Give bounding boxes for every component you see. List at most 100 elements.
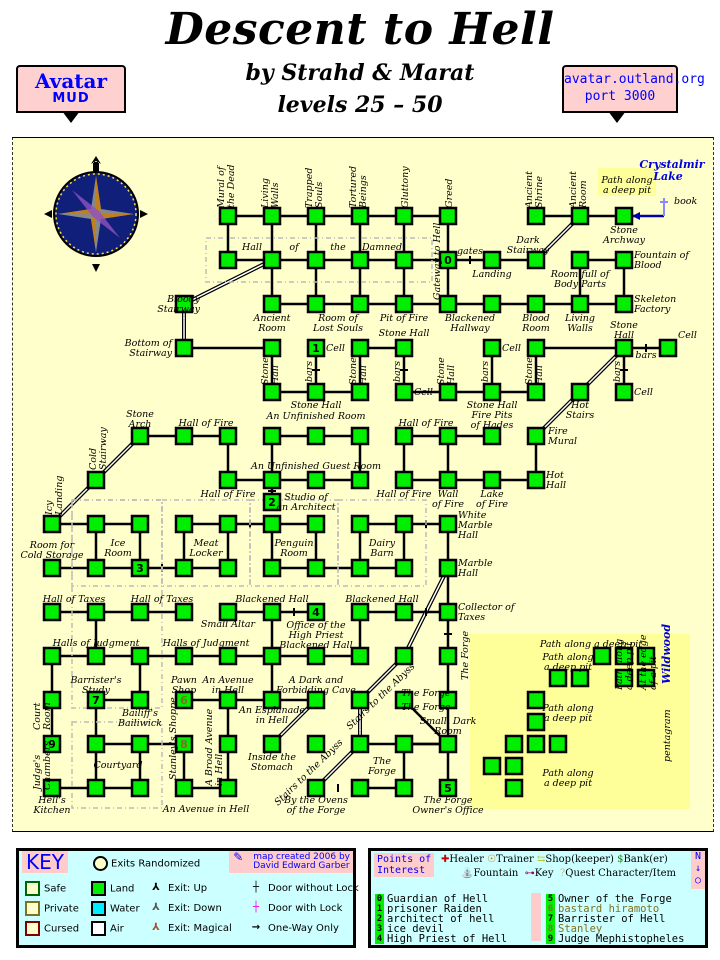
locked-door-icon: ┼: [252, 902, 260, 913]
gateway-label: Gateway to Hell: [432, 223, 443, 300]
room-label: StoneHall: [436, 357, 457, 386]
room-node: [174, 426, 194, 446]
poi-name: High Priest of Hell: [387, 933, 508, 945]
poi-number-badge: 9: [546, 934, 555, 944]
room-node: [482, 294, 502, 314]
room-node: [42, 558, 62, 578]
room-node: [218, 734, 238, 754]
poi-title-line-2: Interest: [377, 865, 426, 876]
room-node: [350, 778, 370, 798]
room-label: Fire Mural: [547, 426, 577, 447]
legend-bank: Bank(er): [623, 854, 668, 865]
room-node: [526, 338, 546, 358]
room-node: [262, 514, 282, 534]
room-label: Wall of Fire: [432, 489, 464, 510]
room-label: bars: [480, 361, 491, 382]
room-node: [350, 470, 370, 490]
room-node: [218, 470, 238, 490]
room-label: Blackened Hall: [344, 594, 418, 605]
room-node: [526, 470, 546, 490]
room-label: StoneHall: [260, 357, 281, 386]
room-label: Hall of Fire: [177, 418, 233, 429]
room-label: Small, Dark Room: [420, 716, 477, 737]
room-node: [174, 514, 194, 534]
poi-item: 4 High Priest of Hell: [375, 933, 507, 946]
room-label: Stone Archway: [602, 225, 646, 246]
key-exit-down: ⅄ Exit: Down: [147, 901, 222, 916]
room-label: The Forge: [367, 756, 396, 777]
room-node: [394, 470, 414, 490]
room-node: [592, 646, 612, 666]
credit-line-2: David Edward Garber: [253, 861, 350, 871]
room-label: The Forge: [460, 630, 471, 680]
room-node: [570, 206, 590, 226]
room-label: LivingWalls: [564, 313, 595, 334]
room-node: [526, 382, 546, 402]
land-box-icon: [91, 881, 106, 896]
room-node: [218, 250, 238, 270]
room-node: [658, 338, 678, 358]
key-exit-up: ⅄ Exit: Up: [147, 881, 207, 896]
room-label: bars: [612, 361, 623, 382]
legend-shop: Shop(keeper): [545, 854, 614, 865]
book-annotation: book: [674, 196, 698, 207]
room-node: [614, 206, 634, 226]
key-door-no-lock: ┼ Door without Lock: [247, 881, 359, 896]
fountain-icon: ⛲: [461, 868, 474, 879]
room-label: Lake of Fire: [476, 489, 508, 510]
room-label: Damned: [361, 242, 402, 253]
room-label: An Unfinished Guest Room: [250, 461, 381, 472]
room-label: Path alonga deep pit: [541, 768, 593, 789]
room-label: A Dark and Forbidding Cave: [275, 675, 356, 696]
room-label: Stone Arch: [126, 409, 154, 430]
room-node: [262, 470, 282, 490]
room-node: [438, 646, 458, 666]
room-node: [394, 558, 414, 578]
room-node: [306, 514, 326, 534]
key-title: KEY: [22, 851, 68, 873]
room-poi-number: 8: [180, 738, 188, 751]
room-node: [350, 734, 370, 754]
room-node: [482, 756, 502, 776]
room-poi-number: 3: [136, 562, 144, 575]
room-node: [262, 206, 282, 226]
room-node: [218, 646, 238, 666]
room-node: [482, 470, 502, 490]
room-node: [570, 250, 590, 270]
room-poi-number: 2: [268, 496, 276, 509]
room-label: By the Ovens of the Forge: [283, 795, 348, 816]
key-land: Land: [91, 881, 134, 897]
key-private: Private: [25, 901, 79, 917]
poi-legend-row-1: ✚Healer ☉Trainer ⇆Shop(keeper) $Bank(er): [441, 854, 668, 865]
north-compass-icon: N ↓ ○: [691, 851, 705, 889]
room-node: [262, 338, 282, 358]
room-node: [394, 514, 414, 534]
compass-rose-icon: [44, 156, 148, 272]
door-icon: ┼: [252, 882, 260, 893]
room-node: [570, 382, 590, 402]
room-node: [262, 382, 282, 402]
key-label: Exit: Down: [168, 903, 222, 914]
poi-item: 9 Judge Mephistopheles: [546, 933, 684, 946]
north-label: N: [694, 851, 702, 862]
room-node: [548, 734, 568, 754]
legend-fountain: Fountain: [473, 868, 519, 879]
key-header: KEY Exits Randomized ✎ map created 2006 …: [19, 851, 353, 873]
exits-randomized-label: Exits Randomized: [111, 858, 201, 870]
room-node: [174, 646, 194, 666]
room-node: [504, 734, 524, 754]
room-node: [394, 778, 414, 798]
room-node: [218, 206, 238, 226]
room-node: [350, 602, 370, 622]
room-label: IcyLanding: [44, 476, 65, 516]
room-node: [394, 734, 414, 754]
room-label: Ice Room: [103, 538, 132, 559]
room-label: bars: [304, 361, 315, 382]
room-label: Blood Room: [521, 313, 550, 334]
room-node: [42, 646, 62, 666]
room-node: [86, 558, 106, 578]
room-node: [438, 470, 458, 490]
room-node: [614, 294, 634, 314]
room-node: [394, 250, 414, 270]
room-node: [262, 646, 282, 666]
